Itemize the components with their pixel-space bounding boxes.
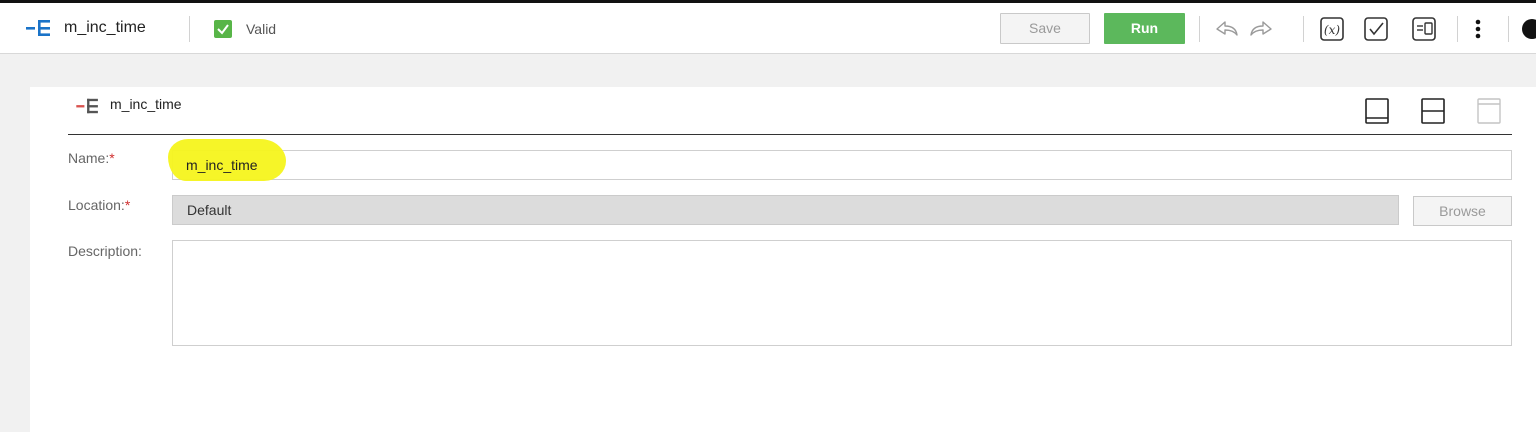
undo-icon[interactable]: [1213, 15, 1241, 43]
separator: [1199, 16, 1200, 42]
description-label: Description:: [68, 243, 142, 259]
name-input-value: m_inc_time: [186, 157, 258, 173]
location-label: Location:*: [68, 197, 131, 213]
separator: [1303, 16, 1304, 42]
layout-top-icon[interactable]: [1476, 97, 1502, 125]
name-input[interactable]: [172, 150, 1512, 180]
location-field: Default: [172, 195, 1399, 225]
panel-divider: [68, 134, 1512, 135]
svg-text:(x): (x): [1324, 23, 1340, 37]
required-marker: *: [124, 197, 131, 213]
browse-button[interactable]: Browse: [1413, 196, 1512, 226]
redo-icon[interactable]: [1247, 15, 1275, 43]
separator: [1457, 16, 1458, 42]
header-toolbar: m_inc_time Valid Save Run (x): [0, 3, 1536, 54]
validate-icon[interactable]: [1362, 15, 1390, 43]
more-vert-icon[interactable]: [1470, 15, 1486, 43]
valid-check-icon: [214, 20, 232, 38]
layout-split-icon[interactable]: [1420, 97, 1446, 125]
close-icon[interactable]: [1522, 19, 1536, 39]
separator: [1508, 16, 1509, 42]
mapping-icon: [26, 20, 50, 36]
save-button[interactable]: Save: [1000, 13, 1090, 44]
layout-bottom-icon[interactable]: [1364, 97, 1390, 125]
mapping-title: m_inc_time: [64, 19, 146, 36]
validation-status: Valid: [246, 21, 277, 37]
panel-title: m_inc_time: [110, 96, 182, 112]
separator: [189, 16, 190, 42]
description-textarea[interactable]: [172, 240, 1512, 346]
required-marker: *: [109, 150, 115, 166]
parameter-icon[interactable]: [1410, 15, 1438, 43]
name-label: Name:*: [68, 150, 115, 166]
run-button[interactable]: Run: [1104, 13, 1185, 44]
mapping-icon: [76, 98, 98, 114]
function-icon[interactable]: (x): [1318, 15, 1346, 43]
